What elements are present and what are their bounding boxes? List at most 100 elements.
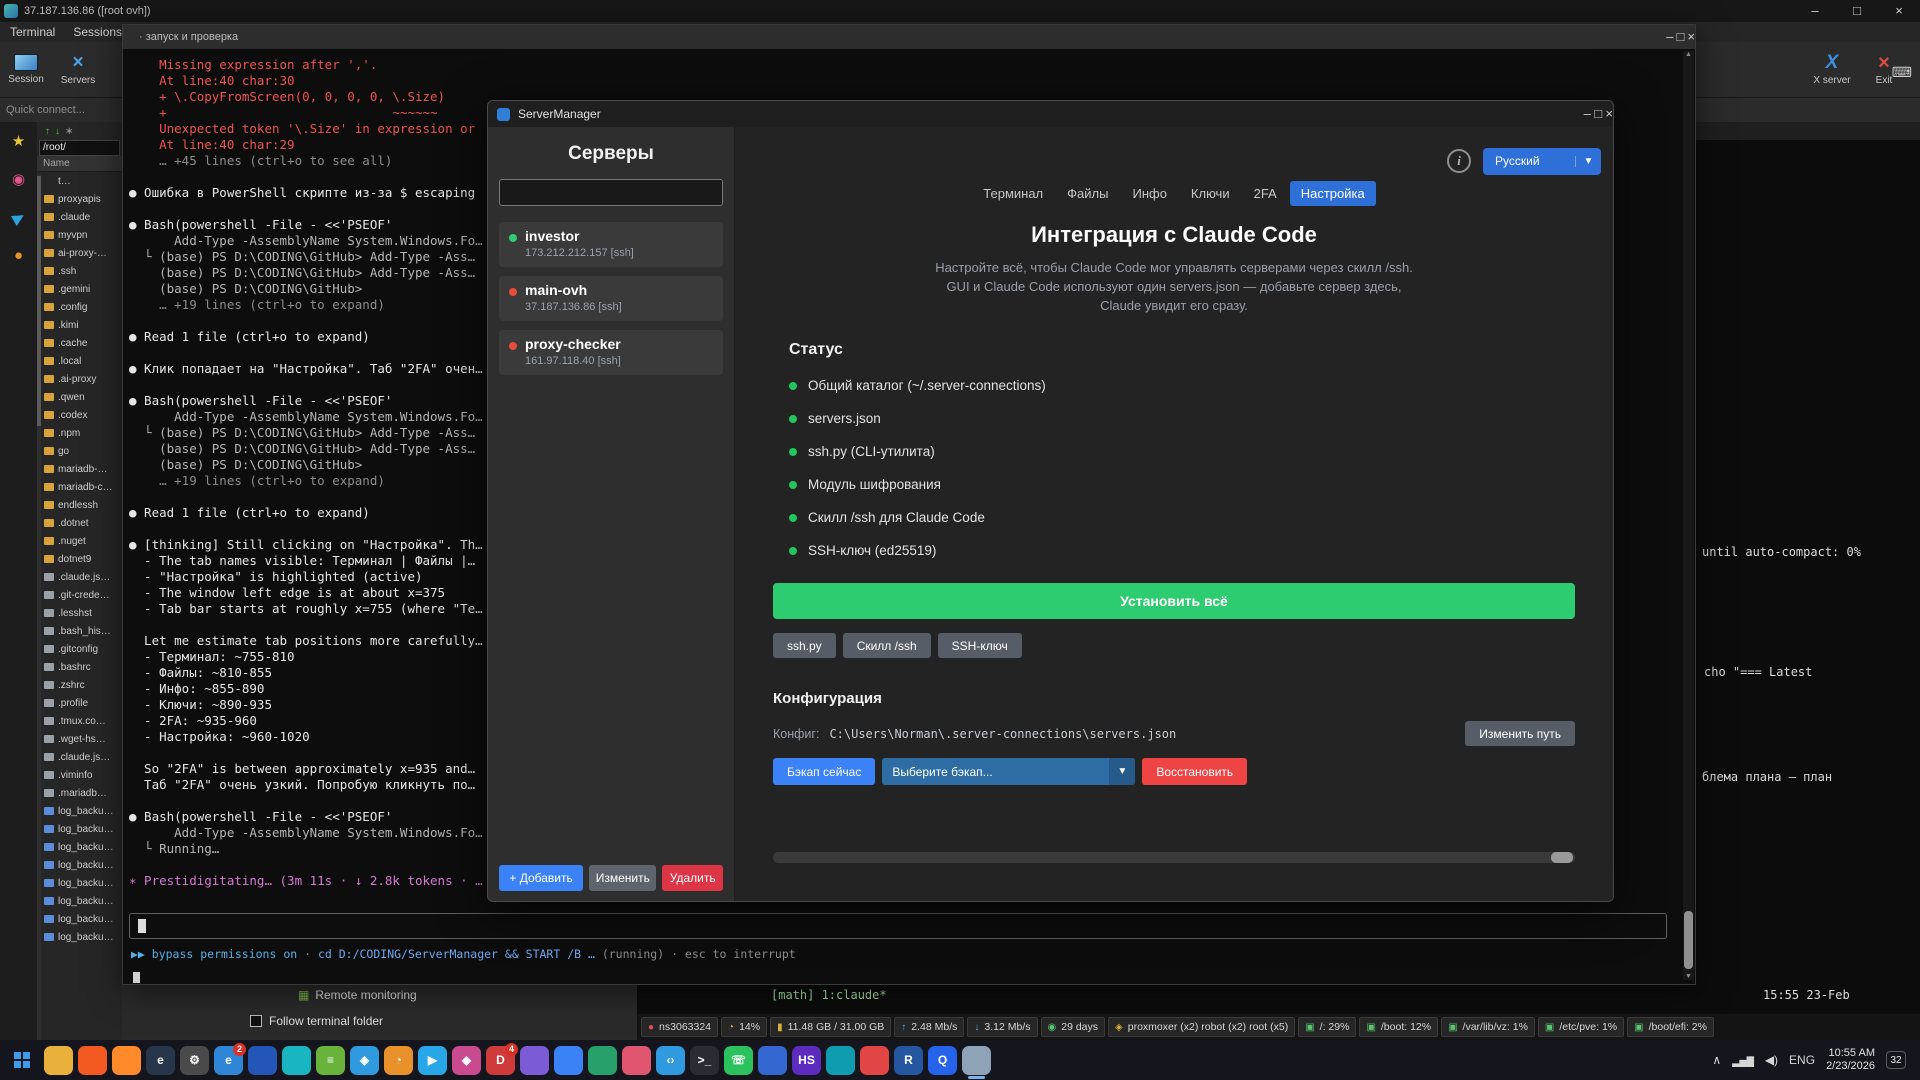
tree-item[interactable]: .wget-hs… — [37, 730, 122, 748]
scroll-down-icon[interactable]: ▼ — [1683, 973, 1694, 980]
clock[interactable]: 10:55 AM 2/23/2026 — [1826, 1047, 1875, 1073]
tree-item[interactable]: log_backu… — [37, 928, 122, 946]
tree-item[interactable]: .local — [37, 352, 122, 370]
tree-item[interactable]: .config — [37, 298, 122, 316]
servermanager-titlebar[interactable]: ServerManager – □ × — [488, 101, 1613, 127]
taskbar-app-icon[interactable] — [248, 1046, 277, 1075]
path-input[interactable]: /root/ — [39, 140, 120, 156]
server-search-input[interactable] — [499, 179, 723, 206]
menu-sessions[interactable]: Sessions — [73, 25, 122, 39]
tree-item[interactable]: .dotnet — [37, 514, 122, 532]
terminal-titlebar[interactable]: · запуск и проверка – □ × — [123, 25, 1695, 49]
tab[interactable]: Инфо — [1121, 181, 1177, 206]
tree-item[interactable]: log_backu… — [37, 820, 122, 838]
tree-item[interactable]: log_backu… — [37, 892, 122, 910]
servers-button[interactable]: × Servers — [52, 54, 104, 86]
component-button[interactable]: ssh.py — [773, 633, 836, 658]
tree-item[interactable]: .qwen — [37, 388, 122, 406]
taskbar-app-icon[interactable] — [758, 1046, 787, 1075]
tree-item[interactable]: ai-proxy-… — [37, 244, 122, 262]
scrollbar-thumb[interactable] — [1551, 852, 1573, 863]
tree-item[interactable]: .nuget — [37, 532, 122, 550]
tab[interactable]: Файлы — [1056, 181, 1119, 206]
edit-server-button[interactable]: Изменить — [589, 865, 656, 891]
tree-item[interactable]: .zshrc — [37, 676, 122, 694]
taskbar-app-icon[interactable]: D 4 — [486, 1046, 515, 1075]
taskbar-app-icon[interactable] — [962, 1046, 991, 1075]
tree-item[interactable]: .git-crede… — [37, 586, 122, 604]
server-list-item[interactable]: proxy-checker 161.97.118.40 [ssh] — [499, 330, 723, 375]
tree-item[interactable]: log_backu… — [37, 838, 122, 856]
tree-item[interactable]: endlessh — [37, 496, 122, 514]
tree-item[interactable]: .tmux.co… — [37, 712, 122, 730]
tab[interactable]: Настройка — [1290, 181, 1376, 206]
about-info-icon[interactable]: i — [1447, 149, 1471, 173]
tree-item[interactable]: .lesshst — [37, 604, 122, 622]
tab[interactable]: Ключи — [1180, 181, 1241, 206]
tray-expand-icon[interactable]: ∧ — [1712, 1053, 1721, 1067]
tree-item[interactable]: go — [37, 442, 122, 460]
taskbar-app-icon[interactable]: e 2 — [214, 1046, 243, 1075]
tree-item[interactable]: mariadb-c… — [37, 478, 122, 496]
tree-item[interactable]: .cache — [37, 334, 122, 352]
close-icon[interactable]: × — [1605, 106, 1613, 121]
tree-item[interactable]: .mariadb… — [37, 784, 122, 802]
taskbar-app-icon[interactable]: ◈ — [350, 1046, 379, 1075]
refresh-icon[interactable]: ∗ — [65, 126, 73, 137]
delete-server-button[interactable]: Удалить — [662, 865, 723, 891]
tree-item[interactable]: mariadb-… — [37, 460, 122, 478]
taskbar-app-icon[interactable]: R — [894, 1046, 923, 1075]
taskbar-app-icon[interactable] — [826, 1046, 855, 1075]
go-up-icon[interactable]: ↑ — [45, 126, 50, 137]
tree-item[interactable]: .gitconfig — [37, 640, 122, 658]
notification-center-badge[interactable]: 32 — [1886, 1051, 1906, 1069]
taskbar-app-icon[interactable]: Q — [928, 1046, 957, 1075]
taskbar-app-icon[interactable]: ⚙ — [180, 1046, 209, 1075]
taskbar-app-icon[interactable] — [112, 1046, 141, 1075]
maximize-icon[interactable]: □ — [1594, 106, 1602, 121]
terminal-prompt-input[interactable] — [129, 913, 1667, 939]
orange-tool-icon[interactable]: ● — [14, 248, 23, 264]
taskbar-app-icon[interactable] — [282, 1046, 311, 1075]
scrollbar-thumb[interactable] — [1684, 911, 1693, 969]
install-all-button[interactable]: Установить всё — [773, 583, 1575, 619]
taskbar-app-icon[interactable] — [554, 1046, 583, 1075]
taskbar-app-icon[interactable]: ≡ — [316, 1046, 345, 1075]
server-list-item[interactable]: investor 173.212.212.157 [ssh] — [499, 222, 723, 267]
network-signal-icon[interactable]: ▂▄▆ — [1732, 1053, 1754, 1067]
server-list-item[interactable]: main-ovh 37.187.136.86 [ssh] — [499, 276, 723, 321]
taskbar-app-icon[interactable]: ◆ — [452, 1046, 481, 1075]
tree-item[interactable]: .kimi — [37, 316, 122, 334]
language-select[interactable]: Русский ▼ — [1483, 148, 1601, 175]
tab[interactable]: Терминал — [972, 181, 1054, 206]
terminal-scrollbar[interactable]: ▲ ▼ — [1683, 51, 1694, 980]
maximize-icon[interactable]: □ — [1676, 29, 1684, 44]
backup-select[interactable]: Выберите бэкап... ▼ — [882, 758, 1135, 785]
tree-item[interactable]: .codex — [37, 406, 122, 424]
tree-item[interactable]: log_backu… — [37, 874, 122, 892]
taskbar-app-icon[interactable]: ▶ — [418, 1046, 447, 1075]
tree-item[interactable]: t… — [37, 172, 122, 190]
taskbar-app-icon[interactable]: ‹› — [656, 1046, 685, 1075]
horizontal-scrollbar[interactable] — [773, 852, 1575, 863]
tree-item[interactable]: .profile — [37, 694, 122, 712]
tree-item[interactable]: .bash_his… — [37, 622, 122, 640]
taskbar-app-icon[interactable]: >_ — [690, 1046, 719, 1075]
tree-item[interactable]: .ssh — [37, 262, 122, 280]
tree-scrollbar[interactable] — [37, 174, 41, 1040]
session-button[interactable]: Session — [0, 54, 52, 85]
taskbar-app-icon[interactable] — [78, 1046, 107, 1075]
favorites-star-icon[interactable]: ★ — [12, 134, 25, 150]
change-path-button[interactable]: Изменить путь — [1465, 721, 1575, 746]
tab[interactable]: 2FA — [1243, 181, 1288, 206]
tree-item[interactable]: .ai-proxy — [37, 370, 122, 388]
backup-now-button[interactable]: Бэкап сейчас — [773, 758, 875, 785]
follow-terminal-folder-checkbox[interactable]: Follow terminal folder — [250, 1014, 383, 1028]
taskbar-app-icon[interactable]: e — [146, 1046, 175, 1075]
tree-item[interactable]: .npm — [37, 424, 122, 442]
minimize-icon[interactable]: – — [1666, 29, 1673, 44]
telegram-icon[interactable]: ▶ — [9, 208, 27, 228]
restore-button[interactable]: Восстановить — [1142, 758, 1247, 785]
x-server-button[interactable]: X X server — [1806, 54, 1858, 86]
tree-item[interactable]: .claude.js… — [37, 748, 122, 766]
